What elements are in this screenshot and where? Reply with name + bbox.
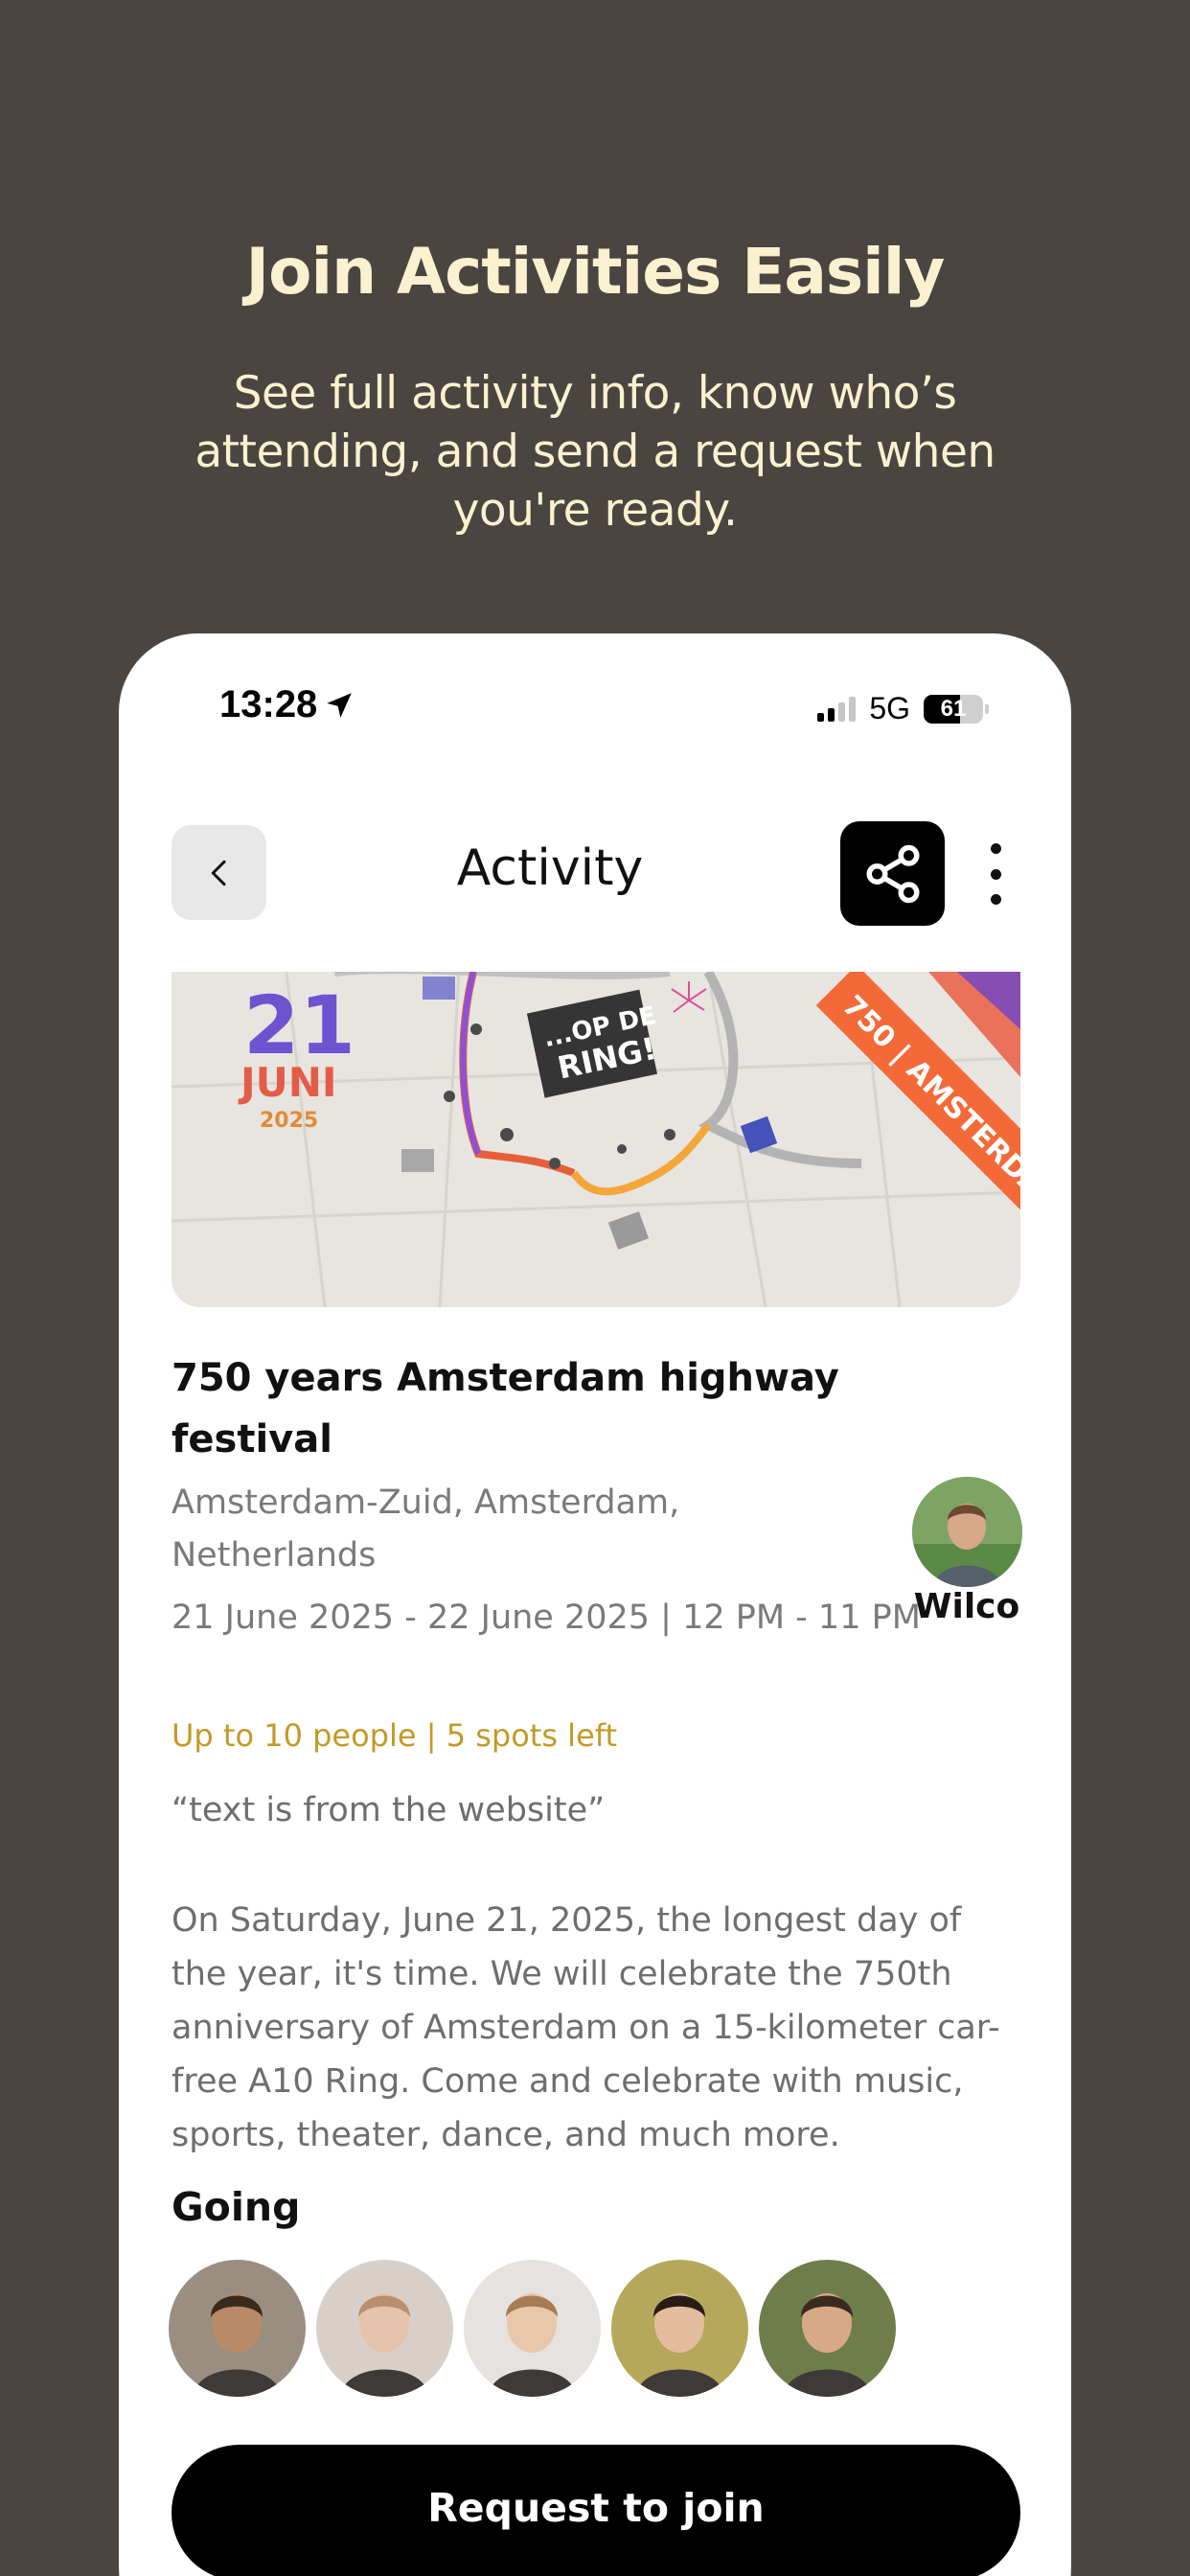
hero-subtitle: See full activity info, know who’s atten… bbox=[195, 367, 995, 537]
going-heading: Going bbox=[172, 2184, 301, 2230]
signal-icon bbox=[817, 696, 857, 722]
battery-percentage: 61 bbox=[940, 695, 967, 722]
host-profile[interactable]: Wilco bbox=[904, 1477, 1029, 1626]
attendee-avatar[interactable] bbox=[759, 2260, 896, 2397]
phone-frame: 13:28 5G 61 Activity 21 JUNI 2025 ...OP … bbox=[119, 633, 1071, 2576]
activity-title: 750 years Amsterdam highway festival bbox=[172, 1356, 839, 1461]
attendee-avatar[interactable] bbox=[169, 2260, 306, 2397]
attendee-avatar[interactable] bbox=[316, 2260, 453, 2397]
hero-title: Join Activities Easily bbox=[245, 235, 946, 309]
status-time-label: 13:28 bbox=[219, 683, 318, 725]
more-options-button[interactable] bbox=[981, 843, 1010, 905]
status-indicators: 5G 61 bbox=[817, 691, 989, 726]
attendee-list bbox=[169, 2260, 896, 2397]
activity-cover-image[interactable]: 21 JUNI 2025 ...OP DE RING! bbox=[172, 972, 1020, 1307]
battery-icon: 61 bbox=[924, 694, 983, 724]
activity-description: On Saturday, June 21, 2025, the longest … bbox=[172, 1901, 1000, 2154]
status-time: 13:28 bbox=[219, 683, 355, 726]
network-label: 5G bbox=[869, 691, 910, 725]
activity-datetime: 21 June 2025 - 22 June 2025 | 12 PM - 11… bbox=[172, 1598, 921, 1637]
share-button[interactable] bbox=[840, 821, 945, 926]
attendee-avatar[interactable] bbox=[611, 2260, 748, 2397]
more-vertical-icon bbox=[990, 843, 1001, 854]
spots-availability: Up to 10 people | 5 spots left bbox=[172, 1717, 617, 1754]
attendee-avatar[interactable] bbox=[464, 2260, 601, 2397]
location-arrow-icon bbox=[327, 692, 353, 718]
host-name: Wilco bbox=[913, 1587, 1020, 1626]
source-note: “text is from the website” bbox=[172, 1791, 606, 1829]
share-icon bbox=[866, 844, 919, 903]
request-to-join-button[interactable]: Request to join bbox=[172, 2445, 1020, 2576]
activity-location: Amsterdam-Zuid, Amsterdam, Netherlands bbox=[172, 1484, 680, 1575]
host-avatar[interactable] bbox=[911, 1477, 1022, 1587]
